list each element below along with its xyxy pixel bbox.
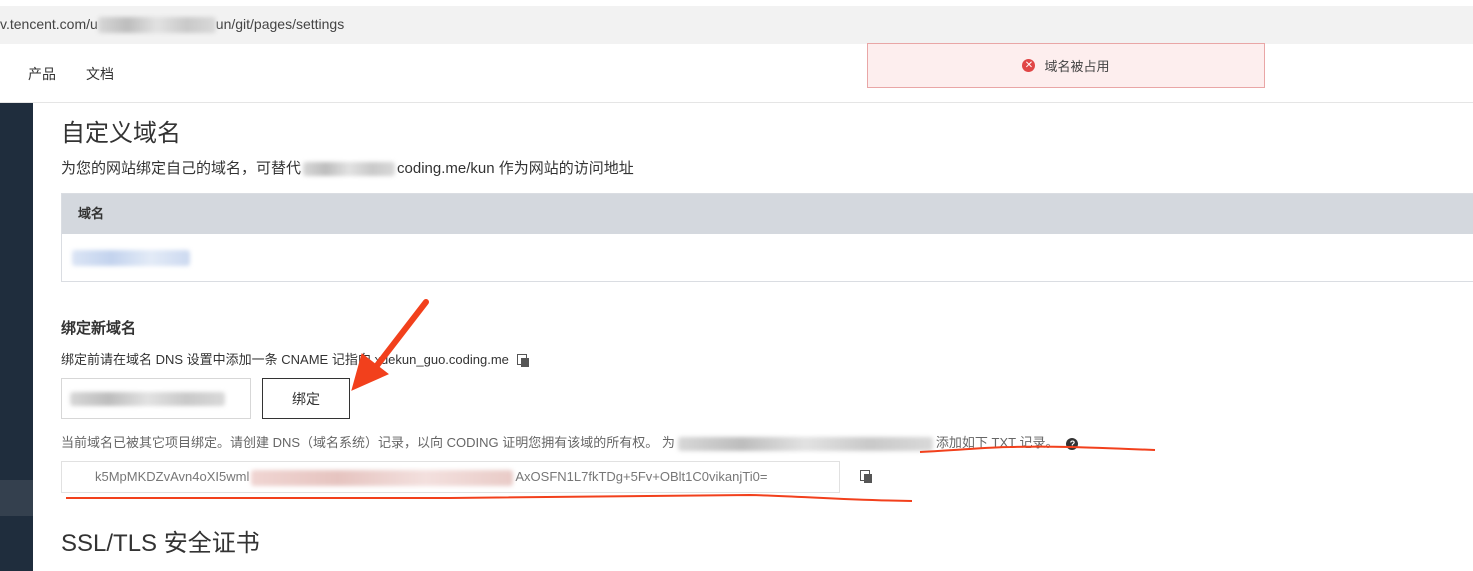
warning-suffix: 添加如下 TXT 记录。 (935, 435, 1059, 450)
sidebar-item-active[interactable] (0, 480, 33, 516)
table-header-domain: 域名 (62, 194, 1473, 234)
bind-button[interactable]: 绑定 (262, 378, 350, 419)
redacted-txt-middle (251, 469, 514, 486)
warning-prefix: 当前域名已被其它项目绑定。请创建 DNS（域名系统）记录，以向 CODING 证… (61, 435, 675, 450)
domain-input[interactable] (61, 378, 251, 419)
error-circle-icon: ✕ (1022, 59, 1036, 72)
bind-new-domain-title: 绑定新域名 (61, 320, 137, 337)
cname-note-part1: 绑定前请在域名 DNS 设置中添加一条 CNAME 记 (61, 352, 345, 367)
redacted-username (303, 162, 396, 177)
redacted-domain-value (72, 250, 190, 266)
error-toast: ✕ 域名被占用 (867, 43, 1265, 88)
redacted-domain-inline (677, 436, 933, 451)
copy-icon[interactable] (516, 354, 529, 368)
cname-note-part2: 指向 xuekun_guo.coding.me (344, 352, 509, 367)
help-icon[interactable]: ? (1066, 437, 1079, 450)
browser-url-bar[interactable]: v.tencent.com/u un/git/pages/settings (0, 0, 1473, 45)
url-redacted-segment (97, 17, 216, 34)
redacted-input-value (70, 392, 225, 406)
description-suffix: coding.me/kun 作为网站的访问地址 (397, 160, 634, 177)
toast-message: 域名被占用 (1044, 59, 1110, 74)
custom-domain-title: 自定义域名 (61, 120, 181, 147)
txt-record-start: k5MpMKDZvAvn4oXI5wml (95, 469, 250, 484)
underline-annotation-2 (65, 493, 913, 502)
ownership-warning: 当前域名已被其它项目绑定。请创建 DNS（域名系统）记录，以向 CODING 证… (61, 432, 1079, 451)
nav-item-products[interactable]: 产品 (28, 64, 56, 84)
txt-record-field[interactable]: k5MpMKDZvAvn4oXI5wml AxOSFN1L7fkTDg+5Fv+O… (61, 461, 840, 493)
copy-txt-icon[interactable] (860, 470, 872, 483)
url-suffix: un/git/pages/settings (215, 16, 345, 32)
red-arrow-annotation (351, 299, 429, 391)
description-prefix: 为您的网站绑定自己的域名，可替代 (61, 160, 302, 177)
custom-domain-description: 为您的网站绑定自己的域名，可替代 coding.me/kun 作为网站的访问地址 (61, 157, 634, 178)
cname-note: 绑定前请在域名 DNS 设置中添加一条 CNAME 记指向 xuekun_guo… (61, 349, 529, 368)
table-row (62, 234, 1473, 282)
url-prefix: v.tencent.com/u (0, 16, 98, 32)
txt-record-end: AxOSFN1L7fkTDg+5Fv+OBlt1C0vikanjTi0= (515, 469, 768, 484)
browser-tab-strip (0, 0, 1473, 6)
url-text[interactable]: v.tencent.com/u un/git/pages/settings (0, 16, 345, 34)
nav-item-docs[interactable]: 文档 (86, 64, 114, 84)
ssl-section-title: SSL/TLS 安全证书 (61, 530, 260, 557)
domain-table: 域名 (61, 193, 1473, 282)
